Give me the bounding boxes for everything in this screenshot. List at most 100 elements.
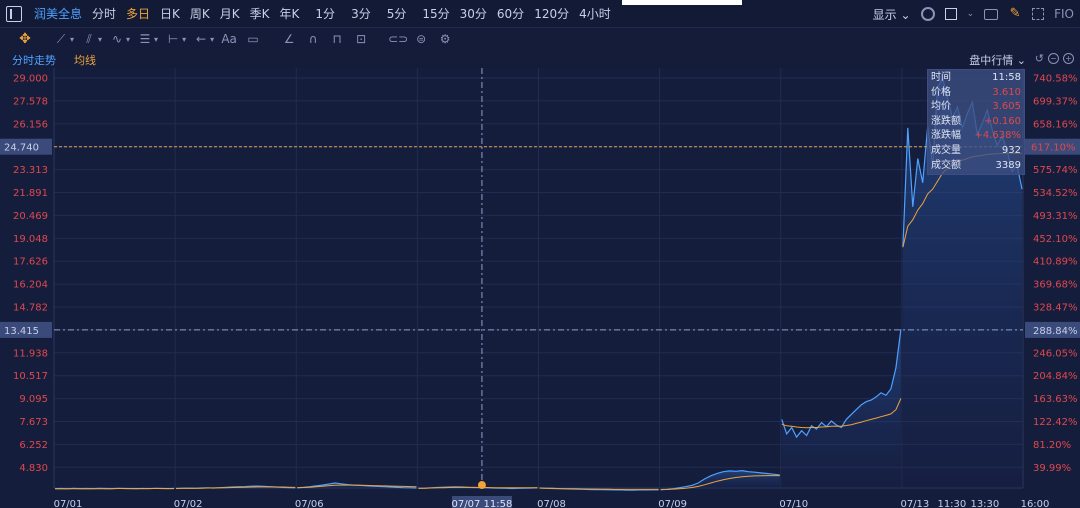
window-edge bbox=[622, 0, 742, 5]
y-tick-label: 29.000 bbox=[13, 74, 48, 85]
delete-icon[interactable]: ⊡ bbox=[352, 31, 370, 47]
tab-period-14[interactable]: 4小时 bbox=[579, 5, 611, 22]
chevron-down-icon[interactable]: ⌄ bbox=[967, 9, 975, 19]
settings-icon[interactable]: ⚙ bbox=[436, 31, 454, 47]
tooltip-value: 3.605 bbox=[992, 101, 1021, 113]
chevron-down-icon[interactable]: ▾ bbox=[126, 35, 130, 44]
y-tick-label: 16.204 bbox=[13, 280, 48, 291]
tab-period-3[interactable]: 周K bbox=[190, 5, 210, 22]
tooltip-label: 价格 bbox=[931, 86, 951, 98]
intraday-dropdown[interactable]: 盘中行情 ⌄ bbox=[969, 52, 1026, 68]
x-tick-label: 07/01 bbox=[54, 499, 83, 508]
y-tick-label: 9.095 bbox=[19, 394, 48, 405]
tab-period-2[interactable]: 日K bbox=[160, 5, 180, 22]
pct-tick-label: 81.20% bbox=[1033, 440, 1071, 451]
x-tick-label: 11:30 bbox=[937, 499, 966, 508]
tooltip-value: 932 bbox=[1001, 144, 1021, 156]
tab-period-1[interactable]: 多日 bbox=[126, 5, 150, 22]
legend-average-line[interactable]: 均线 bbox=[74, 52, 96, 68]
pct-tick-label: 246.05% bbox=[1033, 348, 1078, 359]
line-icon[interactable]: ⟋ bbox=[52, 31, 70, 47]
move-icon[interactable]: ✥ bbox=[16, 31, 34, 47]
pct-tick-label: 740.58% bbox=[1033, 74, 1078, 85]
tab-period-7[interactable]: 1分 bbox=[315, 5, 335, 22]
tab-period-12[interactable]: 60分 bbox=[497, 5, 524, 22]
x-tick-label: 07/08 bbox=[537, 499, 566, 508]
lock-icon[interactable]: ⊓ bbox=[328, 31, 346, 47]
tooltip-value: +0.160 bbox=[983, 115, 1021, 127]
arrow-icon[interactable]: ← bbox=[192, 31, 210, 47]
tab-period-6[interactable]: 年K bbox=[280, 5, 300, 22]
magnet-icon[interactable]: ∩ bbox=[304, 31, 322, 47]
y-tick-label: 14.782 bbox=[13, 303, 48, 314]
chevron-down-icon[interactable]: ▾ bbox=[154, 35, 158, 44]
tooltip-row: 涨跌额 +0.160 bbox=[931, 115, 1021, 130]
y-tick-label: 7.673 bbox=[19, 417, 48, 428]
tab-period-10[interactable]: 15分 bbox=[422, 5, 449, 22]
chevron-down-icon[interactable]: ▾ bbox=[210, 35, 214, 44]
y-tick-label: 27.578 bbox=[13, 96, 48, 107]
tab-period-13[interactable]: 120分 bbox=[534, 5, 569, 22]
fib-icon[interactable]: ☰ bbox=[136, 31, 154, 47]
y-tick-label: 17.626 bbox=[13, 257, 48, 268]
zoom-out-icon[interactable]: − bbox=[1048, 53, 1059, 64]
fullscreen-icon[interactable] bbox=[1032, 8, 1045, 20]
chevron-down-icon[interactable]: ▾ bbox=[98, 35, 102, 44]
tab-period-0[interactable]: 分时 bbox=[92, 5, 116, 22]
data-tooltip: 时间 11:58 价格 3.610 均价 3.605 涨跌额 +0.160 涨跌幅 +4.… bbox=[927, 69, 1025, 175]
reset-icon[interactable]: ↺ bbox=[1035, 53, 1044, 64]
chevron-down-icon[interactable]: ▾ bbox=[182, 35, 186, 44]
pen-icon[interactable]: ✎ bbox=[1008, 7, 1022, 21]
tooltip-label: 涨跌额 bbox=[931, 115, 961, 127]
stock-name[interactable]: 润美全息 bbox=[34, 5, 82, 22]
top-toolbar: 润美全息 分时 多日 日K 周K 月K 季K 年K 1分 3分 5分 15分 3… bbox=[0, 0, 1080, 28]
tooltip-label: 均价 bbox=[931, 101, 951, 113]
fio-button[interactable]: FIO bbox=[1054, 7, 1074, 21]
tab-period-5[interactable]: 季K bbox=[250, 5, 270, 22]
camera-icon[interactable] bbox=[984, 8, 999, 20]
text-icon[interactable]: Aa bbox=[220, 31, 238, 47]
zoom-in-icon[interactable]: + bbox=[1063, 53, 1074, 64]
channel-icon[interactable]: ⫽ bbox=[80, 31, 98, 47]
note-icon[interactable]: ▭ bbox=[244, 31, 262, 47]
legend-price-line[interactable]: 分时走势 bbox=[12, 52, 56, 68]
price-chart[interactable]: 29.00027.57826.15624.73523.31321.89120.4… bbox=[0, 68, 1080, 508]
tooltip-row: 成交额 3389 bbox=[931, 159, 1021, 174]
pct-tick-label: 452.10% bbox=[1033, 234, 1078, 245]
y-tick-label: 10.517 bbox=[13, 371, 48, 382]
link-icon[interactable]: ⊂⊃ bbox=[388, 31, 408, 47]
top-right-tools: 显示 ⌄ ⌄ ✎ FIO bbox=[873, 0, 1074, 28]
display-dropdown[interactable]: 显示 ⌄ bbox=[873, 6, 911, 23]
tooltip-value: 11:58 bbox=[992, 72, 1021, 83]
wave-icon[interactable]: ∿ bbox=[108, 31, 126, 47]
eraser-icon[interactable]: ∠ bbox=[280, 31, 298, 47]
chevron-down-icon[interactable]: ▾ bbox=[70, 35, 74, 44]
tooltip-row: 价格 3.610 bbox=[931, 86, 1021, 101]
tooltip-label: 成交量 bbox=[931, 144, 961, 156]
tab-period-8[interactable]: 3分 bbox=[351, 5, 371, 22]
layout-icon[interactable] bbox=[944, 8, 957, 20]
y-tick-label: 26.156 bbox=[13, 119, 48, 130]
x-tick-label: 07/06 bbox=[295, 499, 324, 508]
panel-toggle-icon[interactable] bbox=[6, 5, 22, 22]
range-icon[interactable]: ⊢ bbox=[164, 31, 182, 47]
tab-period-4[interactable]: 月K bbox=[220, 5, 240, 22]
x-tick-label: 13:30 bbox=[970, 499, 999, 508]
y-tick-label: 6.252 bbox=[19, 440, 48, 451]
reference-pct-label: 617.10% bbox=[1031, 143, 1076, 154]
y-tick-label: 11.938 bbox=[13, 348, 48, 359]
hide-icon[interactable]: ⊜ bbox=[412, 31, 430, 47]
tooltip-row: 均价 3.605 bbox=[931, 100, 1021, 115]
drawing-toolbar: ✥ ⟋ ▾ ⫽ ▾ ∿ ▾ ☰ ▾ ⊢ ▾ ← ▾ Aa ▭ ∠ ∩ ⊓ ⊡ ⊂⊃ ⊜ ⚙ bbox=[0, 28, 1080, 50]
pct-tick-label: 575.74% bbox=[1033, 165, 1078, 176]
tab-period-11[interactable]: 30分 bbox=[460, 5, 487, 22]
gear-icon[interactable] bbox=[920, 7, 935, 21]
tooltip-label: 成交额 bbox=[931, 159, 961, 171]
tooltip-label: 涨跌幅 bbox=[931, 130, 961, 142]
y-tick-label: 4.830 bbox=[19, 463, 48, 474]
pct-tick-label: 122.42% bbox=[1033, 417, 1078, 428]
pct-tick-label: 39.99% bbox=[1033, 463, 1071, 474]
tab-period-9[interactable]: 5分 bbox=[387, 5, 407, 22]
intraday-label: 盘中行情 bbox=[969, 54, 1014, 67]
pct-tick-label: 410.89% bbox=[1033, 257, 1078, 268]
